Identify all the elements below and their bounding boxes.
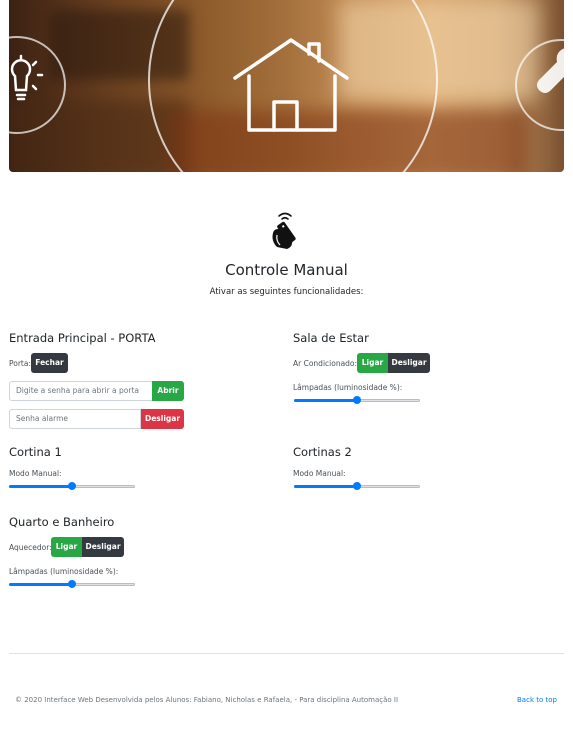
ar-condicionado-label: Ar Condicionado: (293, 359, 358, 368)
aquecedor-ligar-button[interactable]: Ligar (51, 537, 82, 557)
senha-porta-input[interactable]: Digite a senha para abrir a porta (9, 381, 153, 401)
abrir-button[interactable]: Abrir (152, 381, 184, 401)
house-icon (233, 38, 349, 132)
quarto-heading: Quarto e Banheiro (9, 515, 115, 529)
slider-thumb[interactable] (68, 482, 76, 490)
slider-thumb[interactable] (68, 580, 76, 588)
aquecedor-desligar-button[interactable]: Desligar (82, 537, 124, 557)
sala-lampadas-slider[interactable] (294, 396, 420, 406)
quarto-lampadas-label: Lâmpadas (luminosidade %): (9, 567, 119, 576)
cortina1-modo-label: Modo Manual: (9, 469, 62, 478)
alarme-desligar-button[interactable]: Desligar (141, 409, 184, 429)
back-to-top-link[interactable]: Back to top (517, 696, 557, 704)
cortina2-slider[interactable] (294, 482, 420, 492)
porta-label: Porta: (9, 359, 31, 368)
sala-lampadas-label: Lâmpadas (luminosidade %): (293, 383, 403, 392)
footer-text: © 2020 Interface Web Desenvolvida pelos … (15, 696, 399, 704)
fechar-button[interactable]: Fechar (31, 353, 68, 373)
hand-remote-icon (272, 212, 296, 249)
slider-thumb[interactable] (353, 396, 361, 404)
slider-thumb[interactable] (353, 482, 361, 490)
lightbulb-icon (10, 54, 44, 101)
page-subtitle: Ativar as seguintes funcionalidades: (209, 287, 364, 297)
cortina1-slider[interactable] (9, 482, 135, 492)
hero-banner (9, 0, 564, 172)
quarto-lampadas-slider[interactable] (9, 580, 135, 590)
ar-desligar-button[interactable]: Desligar (388, 353, 430, 373)
cortina1-heading: Cortina 1 (9, 445, 62, 459)
sala-heading: Sala de Estar (293, 331, 369, 345)
cortina2-modo-label: Modo Manual: (293, 469, 346, 478)
wrench-icon (536, 48, 564, 93)
page-title: Controle Manual (225, 261, 348, 279)
ar-ligar-button[interactable]: Ligar (357, 353, 388, 373)
cortina2-heading: Cortinas 2 (293, 445, 352, 459)
aquecedor-label: Aquecedor: (9, 543, 52, 552)
footer-divider (9, 653, 564, 654)
senha-alarme-input[interactable]: Senha alarme (9, 409, 141, 429)
entrada-heading: Entrada Principal - PORTA (9, 331, 156, 345)
